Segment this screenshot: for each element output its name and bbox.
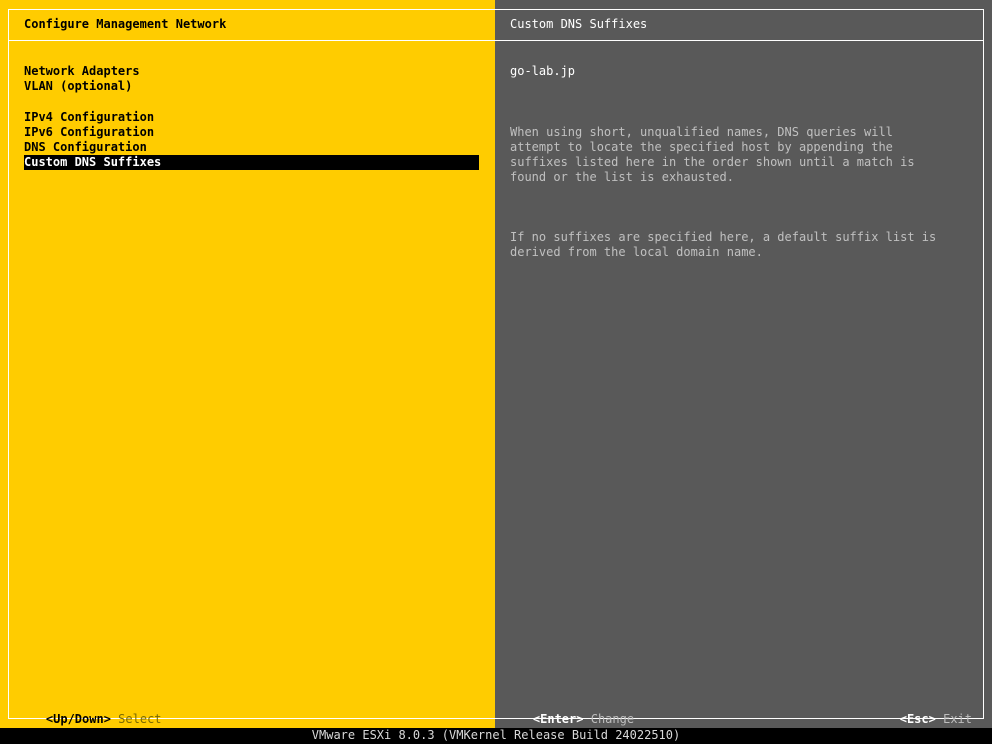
menu-item-dns-configuration[interactable]: DNS Configuration (24, 140, 479, 155)
frame-border-top (8, 9, 984, 10)
version-status-bar: VMware ESXi 8.0.3 (VMKernel Release Buil… (0, 728, 992, 744)
network-config-menu: Network Adapters VLAN (optional) IPv4 Co… (24, 64, 479, 170)
menu-item-ipv6-configuration[interactable]: IPv6 Configuration (24, 125, 479, 140)
left-header-divider (9, 40, 495, 41)
up-down-key-label: <Up/Down> (45, 712, 111, 726)
dns-suffix-value: go-lab.jp (510, 64, 576, 78)
description-paragraph-1: When using short, unqualified names, DNS… (510, 125, 915, 184)
right-panel-title: Custom DNS Suffixes (510, 17, 648, 31)
description-text: When using short, unqualified names, DNS… (510, 95, 975, 290)
enter-key-label: <Enter> (532, 712, 584, 726)
menu-item-network-adapters[interactable]: Network Adapters (24, 64, 479, 79)
esc-key-label: <Esc> (899, 712, 936, 726)
select-action-label: Select (118, 712, 162, 726)
esxi-dcui-screen: Configure Management Network Custom DNS … (0, 0, 992, 744)
exit-action-label: Exit (943, 712, 972, 726)
menu-item-ipv4-configuration[interactable]: IPv4 Configuration (24, 110, 479, 125)
change-action-label: Change (590, 712, 635, 726)
menu-item-vlan[interactable]: VLAN (optional) (24, 79, 479, 94)
frame-border-left (8, 9, 9, 719)
right-header-divider (495, 40, 983, 41)
frame-border-right (983, 9, 984, 719)
menu-item-custom-dns-suffixes[interactable]: Custom DNS Suffixes (24, 155, 479, 170)
menu-spacer (24, 94, 479, 110)
left-panel-title: Configure Management Network (24, 17, 227, 31)
description-paragraph-2: If no suffixes are specified here, a def… (510, 230, 937, 259)
